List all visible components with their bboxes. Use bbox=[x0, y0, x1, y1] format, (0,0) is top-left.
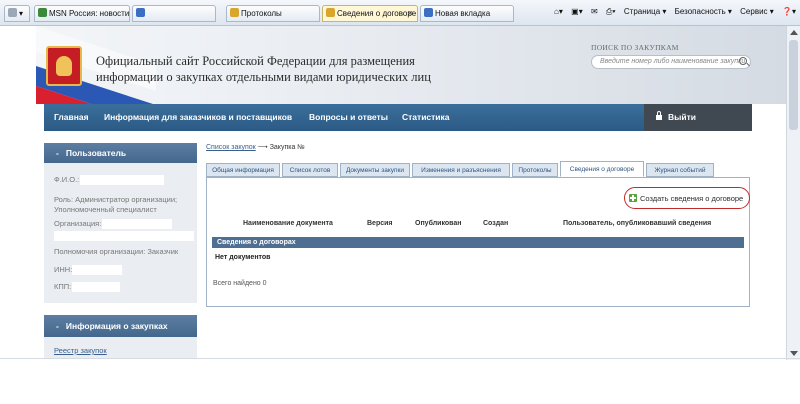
breadcrumb: Список закупок ⟶ Закупка № bbox=[206, 143, 305, 151]
tab-lots[interactable]: Список лотов bbox=[282, 163, 338, 177]
tab-contract[interactable]: Сведения о договоре bbox=[560, 161, 644, 177]
tab-general[interactable]: Общая информация bbox=[206, 163, 280, 177]
lock-icon bbox=[656, 111, 662, 120]
inn-label: ИНН: bbox=[54, 265, 73, 274]
browser-tab-protocols[interactable]: Протоколы bbox=[226, 5, 320, 22]
ie-icon bbox=[136, 8, 145, 17]
nav-info[interactable]: Информация для заказчиков и поставщиков bbox=[104, 104, 292, 131]
inn-value bbox=[72, 265, 122, 275]
tab-list-button[interactable]: ▾ bbox=[4, 5, 30, 22]
coat-of-arms-icon bbox=[46, 46, 82, 86]
nav-home[interactable]: Главная bbox=[54, 104, 89, 131]
scroll-up-icon[interactable] bbox=[790, 30, 798, 35]
fio-value bbox=[80, 175, 164, 185]
plus-icon bbox=[629, 194, 637, 202]
user-panel-header[interactable]: - Пользователь bbox=[44, 143, 197, 163]
breadcrumb-link[interactable]: Список закупок bbox=[206, 144, 256, 151]
user-panel: - Пользователь Ф.И.О.: Роль: Администрато… bbox=[44, 143, 197, 303]
page-menu[interactable]: Страница ▾ bbox=[624, 7, 667, 16]
browser-tab-contract[interactable]: Сведения о договоре × bbox=[322, 5, 418, 22]
help-menu[interactable]: ❓▾ bbox=[782, 7, 796, 16]
security-menu[interactable]: Безопасность ▾ bbox=[675, 7, 732, 16]
section-header: Сведения о договорах bbox=[212, 237, 744, 248]
close-tab-icon[interactable]: × bbox=[408, 6, 413, 21]
browser-toolbar: ▾ MSN Россия: новости, ... Протоколы Све… bbox=[0, 0, 800, 26]
page-scrollbar[interactable] bbox=[786, 26, 800, 360]
browser-tab-new[interactable]: Новая вкладка bbox=[420, 5, 514, 22]
mail-icon[interactable]: ✉ bbox=[591, 7, 598, 16]
authority-text: Полномочия организации: Заказчик bbox=[54, 247, 179, 256]
tab-protocols[interactable]: Протоколы bbox=[512, 163, 558, 177]
org-value-line2 bbox=[54, 231, 194, 241]
col-doc-name[interactable]: Наименование документа bbox=[243, 220, 333, 227]
contract-panel: Создать сведения о договоре Наименование… bbox=[206, 177, 750, 307]
nav-faq[interactable]: Вопросы и ответы bbox=[309, 104, 388, 131]
logout-button[interactable]: Выйти bbox=[644, 104, 752, 131]
tools-menu[interactable]: Сервис ▾ bbox=[740, 7, 774, 16]
feeds-icon[interactable]: ▣▾ bbox=[571, 7, 583, 16]
fio-label: Ф.И.О.: bbox=[54, 175, 80, 184]
home-icon[interactable]: ⌂▾ bbox=[554, 7, 563, 16]
print-icon[interactable]: ⎙▾ bbox=[606, 7, 616, 16]
main-nav: Главная Информация для заказчиков и пост… bbox=[44, 104, 752, 131]
search-icon[interactable] bbox=[739, 57, 747, 65]
scroll-thumb[interactable] bbox=[789, 40, 798, 130]
tab-documents[interactable]: Документы закупки bbox=[340, 163, 410, 177]
kpp-value bbox=[72, 282, 120, 292]
site-header: Официальный сайт Российской Федерации дл… bbox=[36, 26, 786, 104]
scroll-down-icon[interactable] bbox=[790, 351, 798, 356]
search-input[interactable]: Введите номер либо наименование закупки bbox=[591, 55, 751, 69]
col-created[interactable]: Создан bbox=[483, 220, 508, 227]
col-user[interactable]: Пользователь, опубликовавший сведения bbox=[563, 220, 711, 227]
nav-statistics[interactable]: Статистика bbox=[402, 104, 450, 131]
grid-icon bbox=[8, 8, 17, 17]
purchases-panel-header[interactable]: - Информация о закупках bbox=[44, 315, 197, 337]
purchases-panel: - Информация о закупках Реестр закупок bbox=[44, 315, 197, 358]
col-published[interactable]: Опубликован bbox=[415, 220, 461, 227]
role-text: Роль: Администратор организации; Уполном… bbox=[54, 195, 178, 214]
browser-tab-blank[interactable] bbox=[132, 5, 216, 22]
arrow-icon: ⟶ bbox=[257, 144, 268, 151]
org-label: Организация: bbox=[54, 219, 102, 228]
results-count: Всего найдено 0 bbox=[213, 280, 267, 287]
command-bar: ⌂▾ ▣▾ ✉ ⎙▾ Страница ▾ Безопасность ▾ Сер… bbox=[548, 7, 796, 17]
site-favicon bbox=[230, 8, 239, 17]
search-label: ПОИСК ПО ЗАКУПКАМ bbox=[591, 43, 679, 52]
browser-tab-msn[interactable]: MSN Россия: новости, ... bbox=[34, 5, 130, 22]
kpp-label: КПП: bbox=[54, 282, 72, 291]
breadcrumb-current: Закупка № bbox=[269, 144, 305, 151]
empty-message: Нет документов bbox=[215, 254, 271, 261]
tab-events[interactable]: Журнал событий bbox=[646, 163, 714, 177]
ie-icon bbox=[424, 8, 433, 17]
msn-icon bbox=[38, 8, 47, 17]
registry-link[interactable]: Реестр закупок bbox=[54, 346, 107, 355]
tab-changes[interactable]: Изменения и разъяснения bbox=[412, 163, 510, 177]
site-favicon bbox=[326, 8, 335, 17]
viewport-edge bbox=[0, 358, 800, 359]
site-title: Официальный сайт Российской Федерации дл… bbox=[96, 54, 431, 84]
org-value bbox=[102, 219, 172, 229]
col-version[interactable]: Версия bbox=[367, 220, 393, 227]
create-contract-button[interactable]: Создать сведения о договоре bbox=[629, 194, 743, 203]
